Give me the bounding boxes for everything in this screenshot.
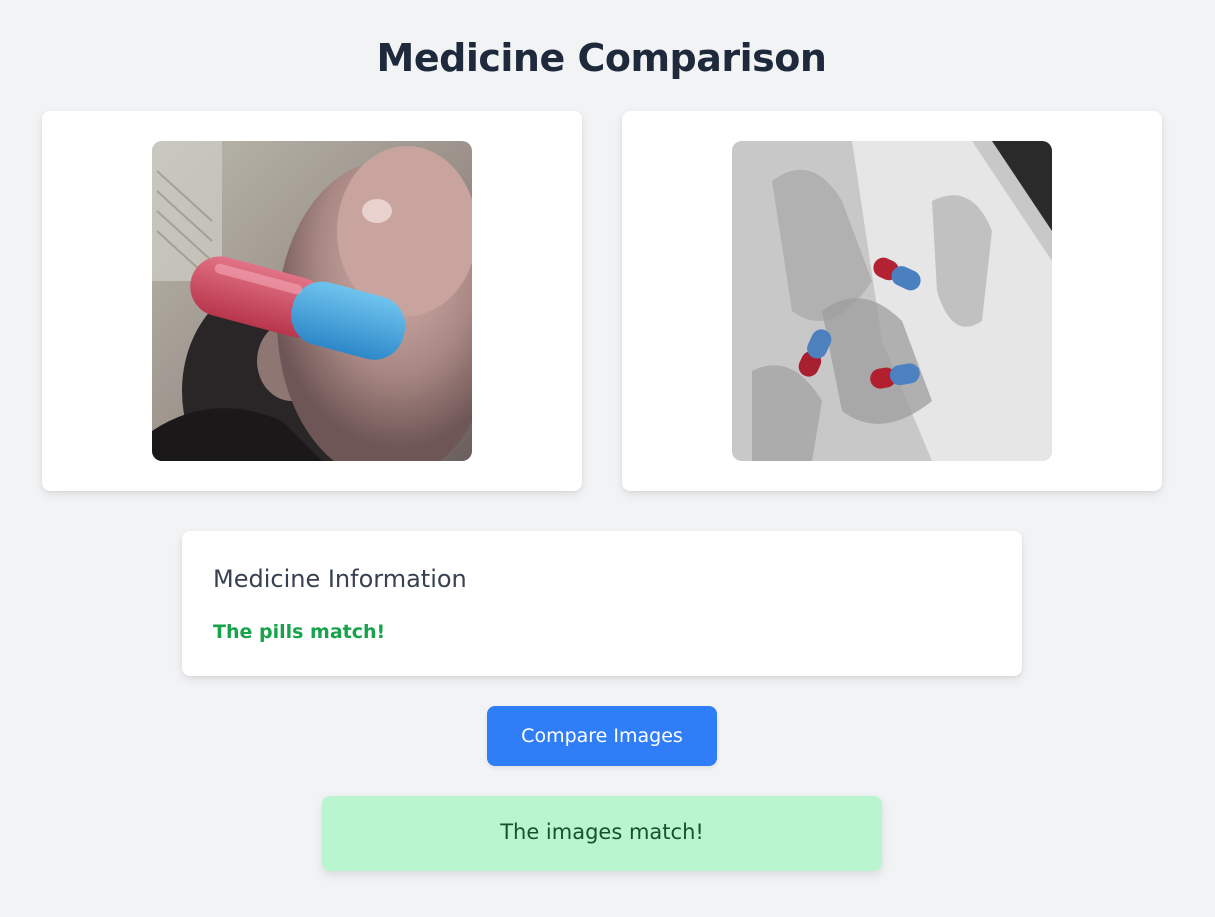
compare-images-button[interactable]: Compare Images [487, 706, 717, 766]
pills-on-paper-photo [732, 141, 1052, 461]
result-message: The images match! [500, 820, 704, 844]
medicine-info-card: Medicine Information The pills match! [182, 531, 1022, 676]
result-banner: The images match! [322, 796, 882, 871]
image-card-right [622, 111, 1162, 491]
uploaded-image-left[interactable] [152, 141, 472, 461]
pill-match-status: The pills match! [213, 621, 386, 643]
pill-closeup-photo [152, 141, 472, 461]
uploaded-image-right[interactable] [732, 141, 1052, 461]
medicine-info-title: Medicine Information [213, 565, 467, 593]
page-title: Medicine Comparison [376, 36, 827, 80]
image-card-left [42, 111, 582, 491]
